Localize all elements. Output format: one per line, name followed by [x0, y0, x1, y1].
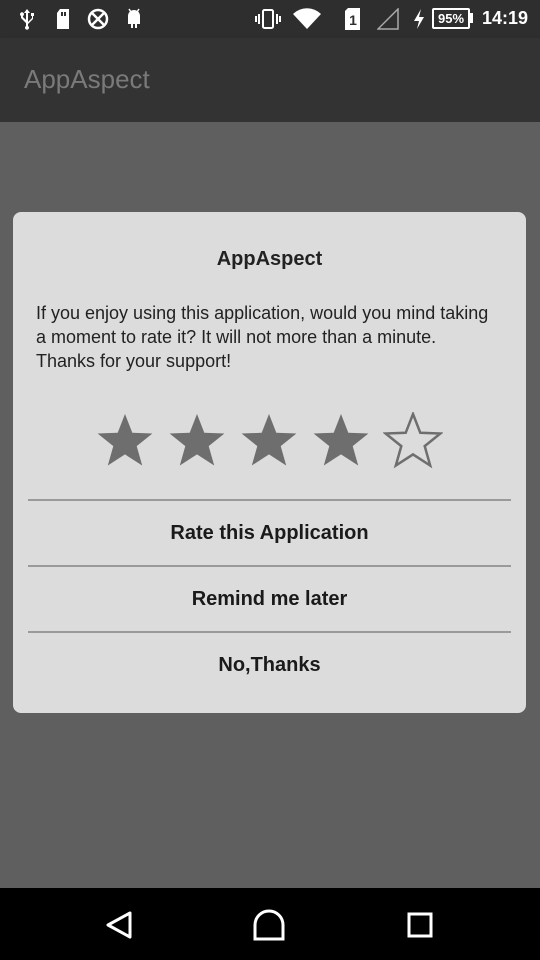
wifi-icon: [292, 7, 322, 31]
dialog-title: AppAspect: [216, 248, 323, 270]
star-2-icon[interactable]: [167, 412, 227, 472]
battery-tip: [470, 13, 473, 23]
star-4-icon[interactable]: [311, 412, 371, 472]
star-5-icon[interactable]: [383, 412, 443, 472]
star-3-icon[interactable]: [239, 412, 299, 472]
status-bar: 1 95% 14:19: [0, 0, 540, 38]
back-icon[interactable]: [103, 908, 137, 942]
recents-icon[interactable]: [403, 908, 437, 942]
no-signal-icon: [376, 7, 400, 31]
app-title: AppAspect: [24, 64, 150, 94]
app-bar: AppAspect: [0, 38, 540, 122]
remind-later-button[interactable]: Remind me later: [28, 567, 511, 631]
sim-1-icon: 1: [342, 7, 364, 31]
rate-dialog: AppAspect If you enjoy using this applic…: [13, 212, 526, 713]
sync-disabled-icon: [86, 7, 110, 31]
screen: 1 95% 14:19 AppAspect AppAspect If you e…: [0, 0, 540, 960]
vibrate-icon: [254, 7, 282, 31]
rate-app-button[interactable]: Rate this Application: [28, 501, 511, 565]
charging-icon: [410, 7, 428, 31]
rating-bar[interactable]: [95, 412, 455, 472]
navigation-bar: [0, 888, 540, 960]
status-clock: 14:19: [482, 8, 529, 28]
sd-card-icon: [52, 7, 74, 31]
sim-slot-label: 1: [349, 12, 357, 28]
usb-icon: [16, 7, 38, 31]
battery-icon: 95%: [432, 8, 470, 29]
android-debug-icon: [123, 7, 145, 31]
star-1-icon[interactable]: [95, 412, 155, 472]
dialog-message: If you enjoy using this application, wou…: [36, 303, 489, 371]
battery-level: 95%: [437, 11, 465, 26]
no-thanks-button[interactable]: No,Thanks: [28, 633, 511, 697]
home-icon[interactable]: [252, 908, 286, 942]
